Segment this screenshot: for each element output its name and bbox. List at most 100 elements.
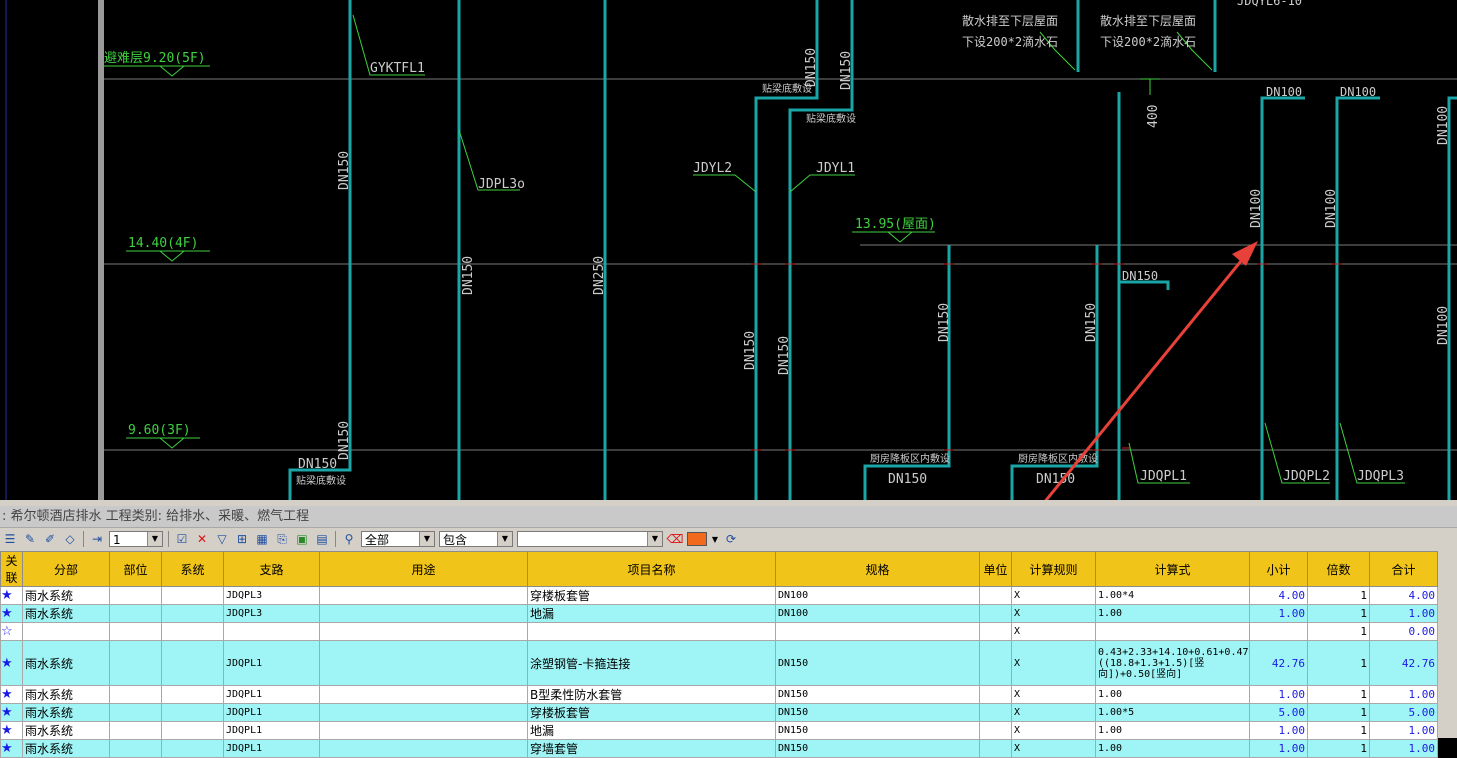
cell-spec[interactable]: DN150: [775, 721, 980, 740]
cell-total[interactable]: 0.00: [1369, 622, 1438, 641]
table-row[interactable]: ★ 雨水系统 JDQPL1 穿墙套管 DN150 X 1.00 1.00 1 1.00: [0, 739, 1438, 758]
quantity-select[interactable]: 1 ▼: [109, 531, 163, 547]
cell-total[interactable]: 1.00: [1369, 721, 1438, 740]
column-header[interactable]: 计算式: [1095, 551, 1250, 587]
cell-times[interactable]: 1: [1307, 586, 1370, 605]
export-icon[interactable]: ⎘: [274, 531, 290, 547]
cell-xitong[interactable]: [161, 685, 224, 704]
cell-spec[interactable]: DN150: [775, 739, 980, 758]
filter-scope-select[interactable]: 全部 ▼: [361, 531, 435, 547]
cell-unit[interactable]: [979, 703, 1012, 722]
column-header[interactable]: 倍数: [1307, 551, 1370, 587]
table-icon[interactable]: ▦: [254, 531, 270, 547]
delete-icon[interactable]: ✕: [194, 531, 210, 547]
color-swatch[interactable]: [687, 532, 707, 546]
cell-buwei[interactable]: [109, 739, 162, 758]
cell-buwei[interactable]: [109, 640, 162, 686]
column-header[interactable]: 计算规则: [1011, 551, 1096, 587]
cell-rule[interactable]: X: [1011, 622, 1096, 641]
cell-spec[interactable]: DN100: [775, 586, 980, 605]
cell-name[interactable]: 穿楼板套管: [527, 703, 776, 722]
column-header[interactable]: 用途: [319, 551, 528, 587]
cell-fenbu[interactable]: 雨水系统: [22, 703, 110, 722]
cell-formula[interactable]: [1095, 622, 1250, 641]
cell-fenbu[interactable]: 雨水系统: [22, 604, 110, 623]
column-header[interactable]: 合计: [1369, 551, 1438, 587]
column-header[interactable]: 项目名称: [527, 551, 776, 587]
cell-yongtu[interactable]: [319, 685, 528, 704]
cell-times[interactable]: 1: [1307, 685, 1370, 704]
cell-fenbu[interactable]: 雨水系统: [22, 685, 110, 704]
check-icon[interactable]: ☑: [174, 531, 190, 547]
cell-yongtu[interactable]: [319, 721, 528, 740]
column-header[interactable]: 系统: [161, 551, 224, 587]
column-header[interactable]: 支路: [223, 551, 320, 587]
cell-buwei[interactable]: [109, 586, 162, 605]
cell-fenbu[interactable]: 雨水系统: [22, 721, 110, 740]
chevron-down-icon[interactable]: ▼: [147, 532, 162, 546]
cell-fenbu[interactable]: 雨水系统: [22, 739, 110, 758]
cell-times[interactable]: 1: [1307, 640, 1370, 686]
cell-formula[interactable]: 1.00: [1095, 721, 1250, 740]
cell-times[interactable]: 1: [1307, 721, 1370, 740]
cell-subtotal[interactable]: 1.00: [1249, 739, 1308, 758]
cell-unit[interactable]: [979, 721, 1012, 740]
cell-zhilu[interactable]: JDQPL3: [223, 604, 320, 623]
cell-fenbu[interactable]: [22, 622, 110, 641]
cell-subtotal[interactable]: 1.00: [1249, 604, 1308, 623]
cell-unit[interactable]: [979, 640, 1012, 686]
list-icon[interactable]: ☰: [2, 531, 18, 547]
cell-spec[interactable]: DN150: [775, 640, 980, 686]
table-row[interactable]: ☆ X 1 0.00: [0, 622, 1438, 641]
cell-unit[interactable]: [979, 739, 1012, 758]
edit-icon[interactable]: ✎: [22, 531, 38, 547]
cell-subtotal[interactable]: 5.00: [1249, 703, 1308, 722]
column-header[interactable]: 分部: [22, 551, 110, 587]
cell-spec[interactable]: DN150: [775, 685, 980, 704]
cell-xitong[interactable]: [161, 604, 224, 623]
cell-rule[interactable]: X: [1011, 640, 1096, 686]
cell-buwei[interactable]: [109, 604, 162, 623]
cell-star[interactable]: ★: [0, 604, 23, 623]
cell-zhilu[interactable]: JDQPL1: [223, 685, 320, 704]
cell-subtotal[interactable]: 1.00: [1249, 685, 1308, 704]
cell-star[interactable]: ★: [0, 685, 23, 704]
cell-name[interactable]: 地漏: [527, 721, 776, 740]
cell-formula[interactable]: 1.00: [1095, 739, 1250, 758]
column-header[interactable]: 小计: [1249, 551, 1308, 587]
table-row[interactable]: ★ 雨水系统 JDQPL1 地漏 DN150 X 1.00 1.00 1 1.00: [0, 721, 1438, 740]
chevron-down-icon[interactable]: ▼: [647, 532, 662, 546]
cell-rule[interactable]: X: [1011, 739, 1096, 758]
cell-formula[interactable]: 1.00: [1095, 604, 1250, 623]
cell-unit[interactable]: [979, 604, 1012, 623]
cell-zhilu[interactable]: JDQPL3: [223, 586, 320, 605]
filter-icon[interactable]: ▽: [214, 531, 230, 547]
cell-buwei[interactable]: [109, 703, 162, 722]
highlight-icon[interactable]: ⌫: [667, 531, 684, 547]
cell-unit[interactable]: [979, 622, 1012, 641]
cell-xitong[interactable]: [161, 640, 224, 686]
table-row[interactable]: ★ 雨水系统 JDQPL1 穿楼板套管 DN150 X 1.00*5 5.00 1 5.00: [0, 703, 1438, 722]
cell-xitong[interactable]: [161, 622, 224, 641]
cell-total[interactable]: 1.00: [1369, 685, 1438, 704]
cell-xitong[interactable]: [161, 739, 224, 758]
cell-rule[interactable]: X: [1011, 721, 1096, 740]
cell-fenbu[interactable]: 雨水系统: [22, 586, 110, 605]
column-header[interactable]: 规格: [775, 551, 980, 587]
column-header[interactable]: 单位: [979, 551, 1012, 587]
cell-subtotal[interactable]: 4.00: [1249, 586, 1308, 605]
cell-unit[interactable]: [979, 586, 1012, 605]
cell-yongtu[interactable]: [319, 604, 528, 623]
cell-unit[interactable]: [979, 685, 1012, 704]
table-row[interactable]: ★ 雨水系统 JDQPL3 地漏 DN100 X 1.00 1.00 1 1.00: [0, 604, 1438, 623]
cell-spec[interactable]: DN100: [775, 604, 980, 623]
sum-icon[interactable]: ⊞: [234, 531, 250, 547]
column-header[interactable]: 关联: [0, 551, 23, 587]
cell-buwei[interactable]: [109, 685, 162, 704]
chevron-down-icon[interactable]: ▼: [711, 531, 719, 547]
binoculars-icon[interactable]: ⚲: [341, 531, 357, 547]
cell-star[interactable]: ★: [0, 703, 23, 722]
cell-formula[interactable]: 0.43+2.33+14.10+0.61+0.47+2.72+((18.8+1.…: [1095, 640, 1250, 686]
chevron-down-icon[interactable]: ▼: [497, 532, 512, 546]
chevron-down-icon[interactable]: ▼: [419, 532, 434, 546]
